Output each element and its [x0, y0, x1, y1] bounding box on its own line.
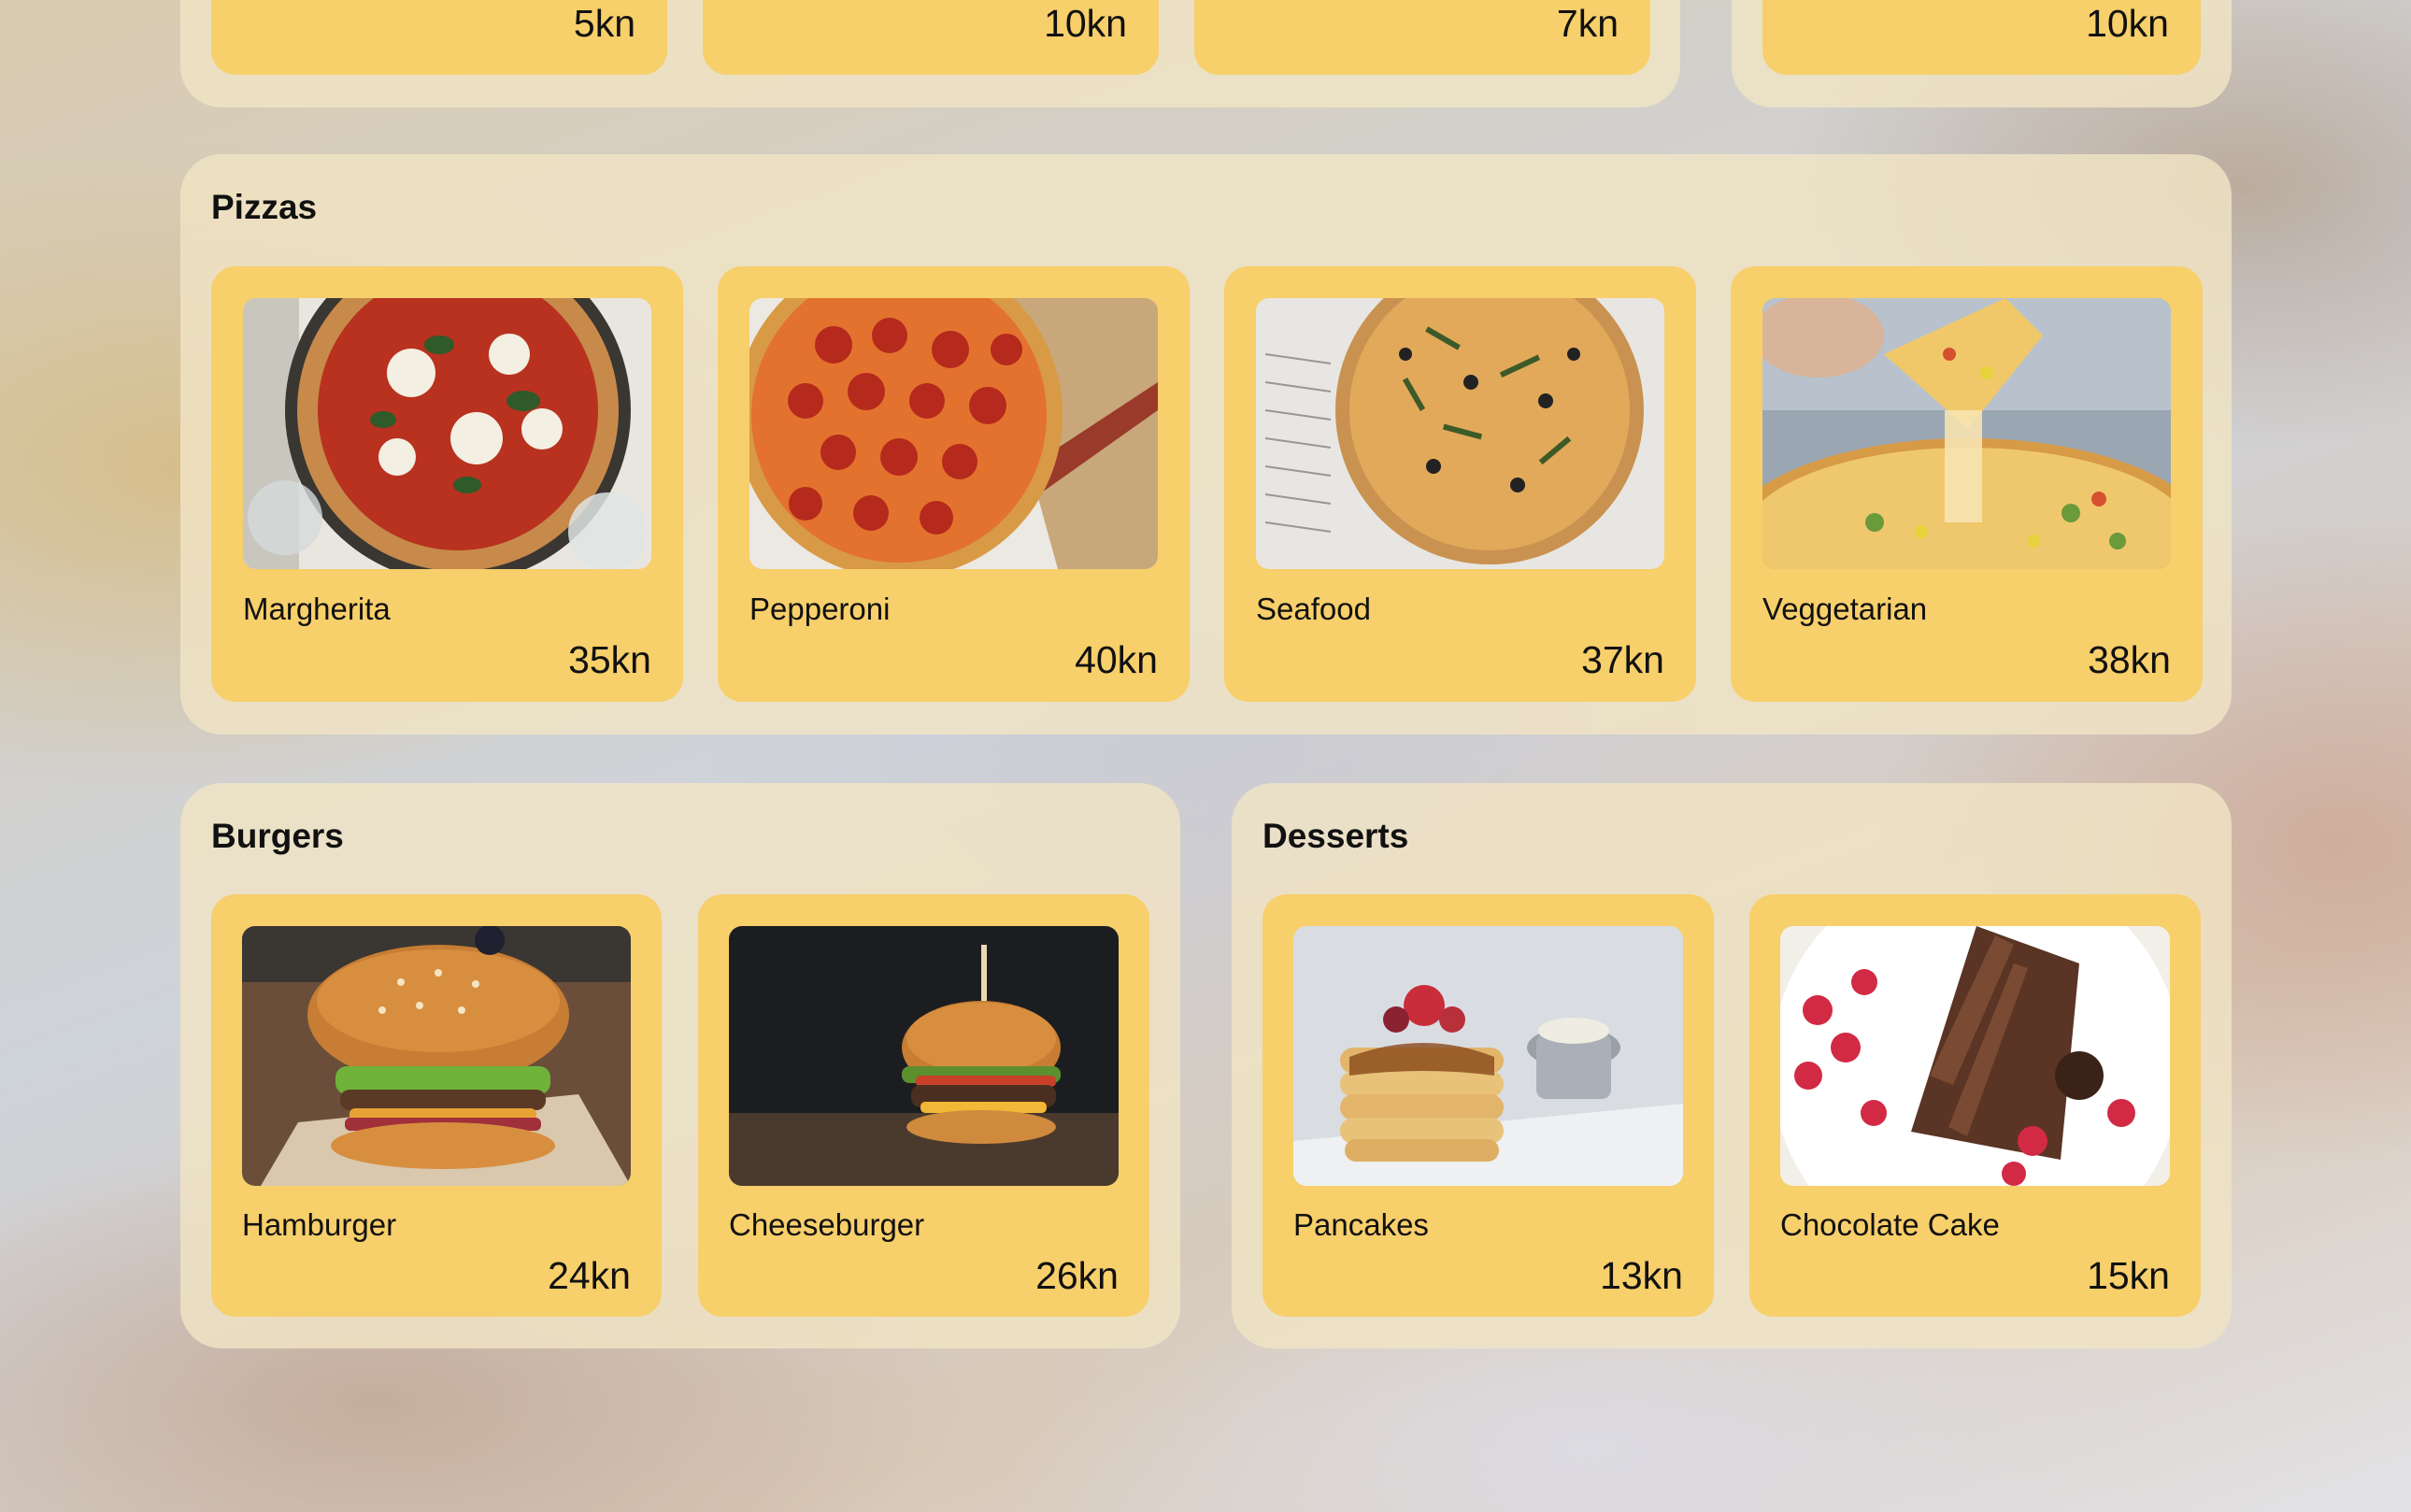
section-title: Burgers	[211, 817, 344, 855]
pizzas-section: Pizzas Margherita 35kn Pepperoni 40kn Se…	[180, 154, 2232, 735]
menu-item-card[interactable]: Chocolate Cake 15kn	[1749, 894, 2201, 1317]
pizza-pepperoni-photo	[749, 298, 1158, 569]
menu-item-price: 26kn	[1035, 1254, 1119, 1297]
menu-item-price: 37kn	[1581, 638, 1664, 681]
menu-item-price: 5kn	[573, 2, 635, 45]
pizza-margherita-photo	[243, 298, 651, 569]
menu-item-card[interactable]: 7kn	[1194, 0, 1650, 75]
pizza-seafood-photo	[1256, 298, 1664, 569]
menu-item-price: 10kn	[1044, 2, 1127, 45]
section-title: Desserts	[1263, 817, 1409, 855]
menu-item-name: Cheeseburger	[729, 1207, 925, 1242]
menu-item-name: Pancakes	[1293, 1207, 1429, 1242]
menu-item-price: 10kn	[2086, 2, 2169, 45]
desserts-section: Desserts Pancakes 13kn Chocolate Cake 15…	[1232, 783, 2232, 1348]
menu-item-name: Pepperoni	[749, 592, 891, 626]
menu-item-card[interactable]: Seafood 37kn	[1224, 266, 1696, 702]
menu-item-card[interactable]: 5kn	[211, 0, 667, 75]
menu-item-price: 15kn	[2087, 1254, 2170, 1297]
menu-item-price: 35kn	[568, 638, 651, 681]
menu-item-price: 13kn	[1600, 1254, 1683, 1297]
menu-item-price: 38kn	[2088, 638, 2171, 681]
menu-item-price: 40kn	[1075, 638, 1158, 681]
menu-item-name: Veggetarian	[1762, 592, 1928, 626]
pancakes-photo	[1293, 926, 1683, 1186]
pizza-vegetarian-photo	[1762, 298, 2171, 569]
hamburger-photo	[242, 926, 631, 1186]
menu-item-price: 24kn	[548, 1254, 631, 1297]
menu-item-card[interactable]: 10kn	[703, 0, 1159, 75]
menu-item-card[interactable]: Veggetarian 38kn	[1731, 266, 2203, 702]
chocolate-cake-photo	[1780, 926, 2170, 1186]
menu-item-card[interactable]: Hamburger 24kn	[211, 894, 662, 1317]
burgers-section: Burgers Hamburger 24kn Cheeseburger 26kn	[180, 783, 1180, 1348]
drinks-section: 5kn 10kn 7kn	[180, 0, 1680, 107]
menu-item-card[interactable]: Cheeseburger 26kn	[698, 894, 1149, 1317]
menu-item-card[interactable]: Pancakes 13kn	[1263, 894, 1714, 1317]
cheeseburger-photo	[729, 926, 1119, 1186]
menu-item-name: Margherita	[243, 592, 391, 626]
menu-item-name: Chocolate Cake	[1780, 1207, 2000, 1242]
menu-item-price: 7kn	[1556, 2, 1619, 45]
extras-section: 10kn	[1732, 0, 2232, 107]
menu-item-card[interactable]: 10kn	[1762, 0, 2201, 75]
menu-item-card[interactable]: Pepperoni 40kn	[718, 266, 1190, 702]
menu-item-card[interactable]: Margherita 35kn	[211, 266, 683, 702]
section-title: Pizzas	[211, 188, 318, 226]
menu-item-name: Seafood	[1256, 592, 1371, 626]
menu-item-name: Hamburger	[242, 1207, 397, 1242]
